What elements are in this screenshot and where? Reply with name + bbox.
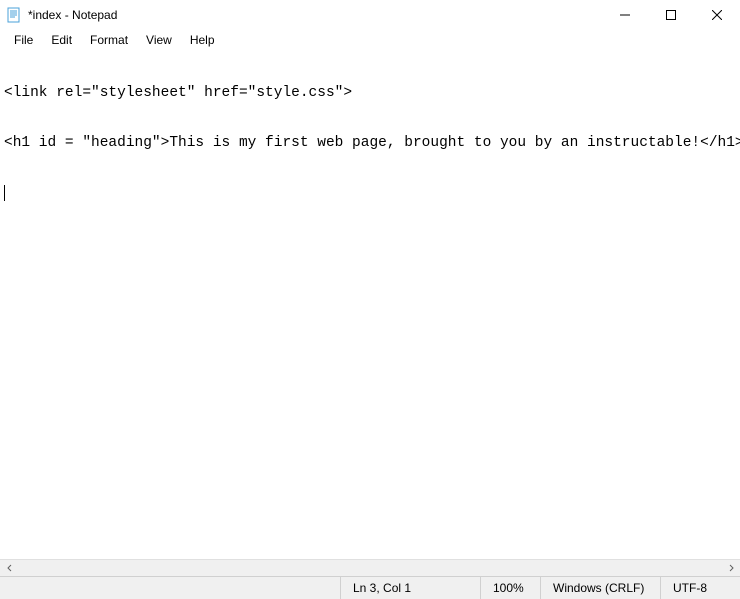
text-editor[interactable]: <link rel="stylesheet" href="style.css">… [0, 50, 740, 559]
window-controls [602, 0, 740, 30]
status-eol: Windows (CRLF) [540, 577, 660, 599]
menu-edit[interactable]: Edit [43, 31, 80, 49]
menu-format[interactable]: Format [82, 31, 136, 49]
titlebar: *index - Notepad [0, 0, 740, 30]
menu-view[interactable]: View [138, 31, 180, 49]
menubar: File Edit Format View Help [0, 30, 740, 50]
scroll-left-icon[interactable] [2, 561, 17, 576]
window-title: *index - Notepad [28, 8, 602, 22]
status-encoding: UTF-8 [660, 577, 740, 599]
minimize-button[interactable] [602, 0, 648, 30]
maximize-button[interactable] [648, 0, 694, 30]
status-zoom: 100% [480, 577, 540, 599]
status-spacer [0, 577, 340, 599]
horizontal-scrollbar[interactable] [0, 559, 740, 576]
notepad-icon [6, 7, 22, 23]
text-caret [4, 185, 5, 201]
close-button[interactable] [694, 0, 740, 30]
statusbar: Ln 3, Col 1 100% Windows (CRLF) UTF-8 [0, 576, 740, 599]
editor-line [4, 184, 736, 202]
menu-file[interactable]: File [6, 31, 41, 49]
scroll-right-icon[interactable] [723, 561, 738, 576]
editor-line: <link rel="stylesheet" href="style.css"> [4, 84, 736, 102]
editor-line: <h1 id = "heading">This is my first web … [4, 134, 736, 152]
menu-help[interactable]: Help [182, 31, 223, 49]
status-position: Ln 3, Col 1 [340, 577, 480, 599]
